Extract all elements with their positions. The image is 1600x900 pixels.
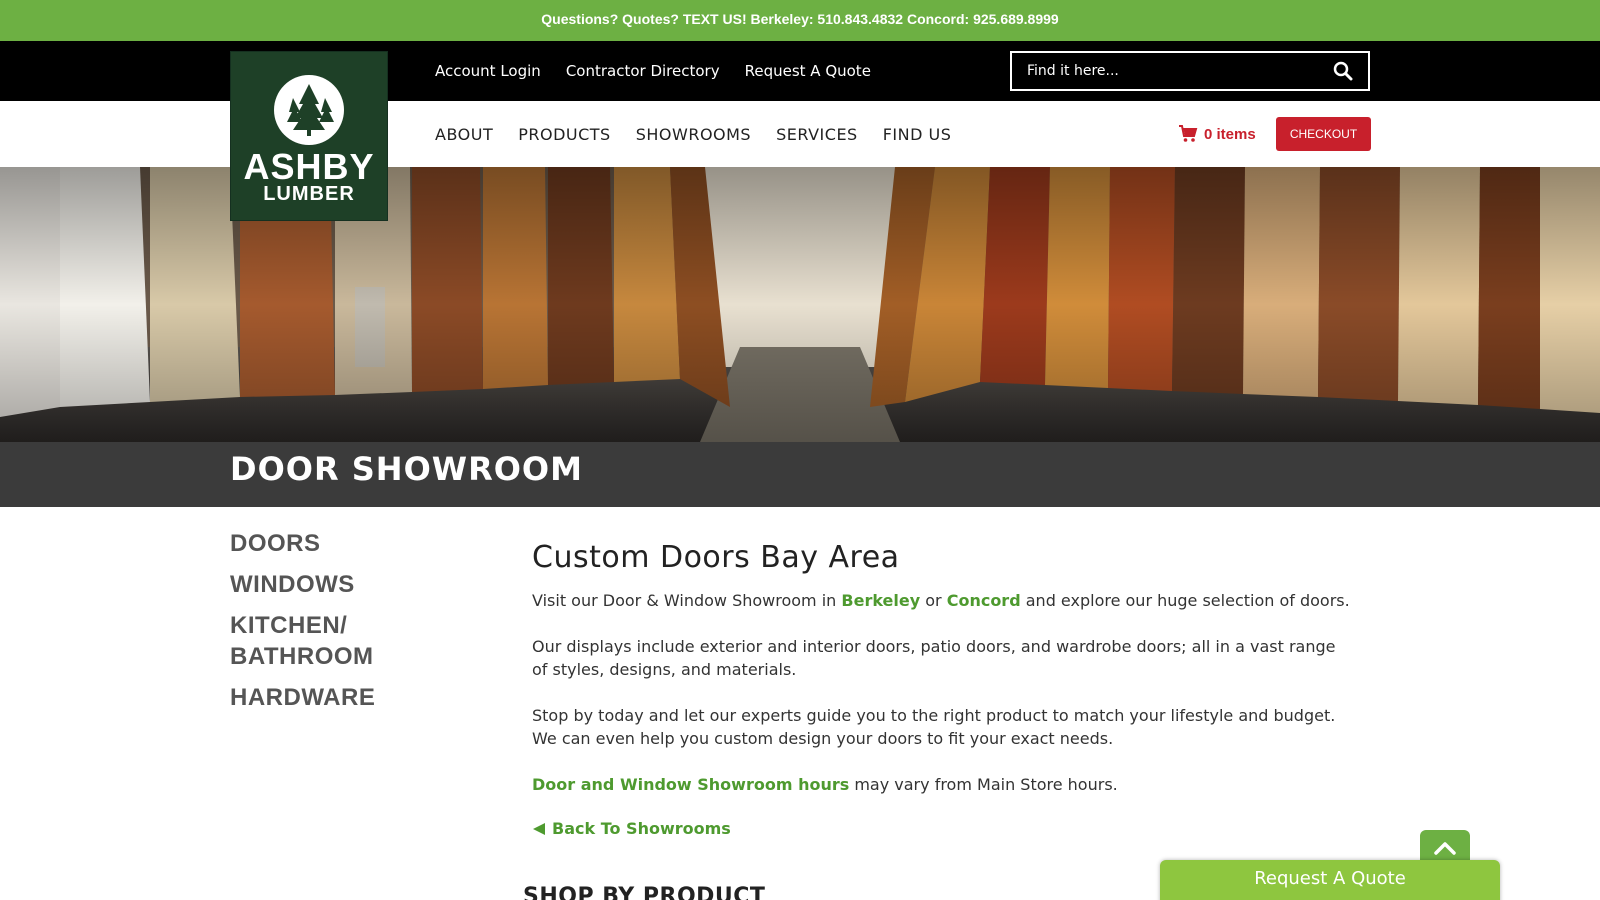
intro-paragraph: Visit our Door & Window Showroom in Berk…: [532, 589, 1352, 612]
search-icon: [1333, 61, 1353, 81]
account-login-link[interactable]: Account Login: [435, 62, 541, 80]
displays-paragraph: Our displays include exterior and interi…: [532, 637, 1336, 679]
sidebar-item-bathroom-label: BATHROOM: [230, 643, 374, 670]
nav-about[interactable]: ABOUT: [435, 125, 493, 144]
experts-paragraph: Stop by today and let our experts guide …: [532, 706, 1336, 748]
tree-logo-icon: [274, 75, 344, 145]
intro-text-c: and explore our huge selection of doors.: [1020, 591, 1350, 610]
sidebar-item-kitchen-label: KITCHEN/: [230, 612, 348, 639]
shop-by-product-heading: SHOP BY PRODUCT: [523, 884, 766, 900]
back-arrow-icon: [533, 822, 545, 835]
cart-link[interactable]: 0 items: [1178, 122, 1256, 146]
ashby-lumber-logo[interactable]: ASHBY LUMBER: [230, 51, 388, 221]
sidebar-item-doors[interactable]: DOORS: [230, 528, 375, 559]
utility-nav: Account Login Contractor Directory Reque…: [435, 41, 871, 101]
main-content: Custom Doors Bay Area Visit our Door & W…: [532, 540, 1352, 838]
sidebar-item-windows[interactable]: WINDOWS: [230, 569, 375, 600]
sidebar-item-kitchen-bathroom[interactable]: KITCHEN/ BATHROOM: [230, 610, 375, 672]
concord-link[interactable]: Concord: [947, 591, 1021, 610]
search-box: [1010, 51, 1370, 91]
back-link-label: Back To Showrooms: [552, 819, 731, 838]
logo-text-lumber: LUMBER: [263, 183, 355, 205]
search-button[interactable]: [1318, 53, 1368, 89]
intro-text-a: Visit our Door & Window Showroom in: [532, 591, 842, 610]
hours-text: may vary from Main Store hours.: [849, 775, 1118, 794]
back-to-showrooms-link[interactable]: Back To Showrooms: [532, 819, 1352, 838]
page-title: DOOR SHOWROOM: [230, 450, 583, 488]
cart-icon: [1179, 125, 1198, 142]
promo-bar: Questions? Quotes? TEXT US! Berkeley: 51…: [0, 0, 1600, 41]
cart-count: 0 items: [1204, 125, 1256, 143]
content-heading: Custom Doors Bay Area: [532, 540, 900, 575]
sidebar-nav: DOORS WINDOWS KITCHEN/ BATHROOM HARDWARE: [230, 528, 375, 723]
hours-paragraph: Door and Window Showroom hours may vary …: [532, 773, 1352, 796]
showroom-hours-link[interactable]: Door and Window Showroom hours: [532, 775, 849, 794]
contractor-directory-link[interactable]: Contractor Directory: [566, 62, 720, 80]
request-quote-link[interactable]: Request A Quote: [745, 62, 871, 80]
nav-find-us[interactable]: FIND US: [883, 125, 952, 144]
promo-text: Questions? Quotes? TEXT US! Berkeley: 51…: [541, 11, 1059, 27]
intro-text-b: or: [920, 591, 947, 610]
search-input[interactable]: [1012, 63, 1318, 79]
chevron-up-icon: [1434, 842, 1456, 855]
logo-text-ashby: ASHBY: [243, 146, 375, 187]
main-nav: ABOUT PRODUCTS SHOWROOMS SERVICES FIND U…: [435, 101, 951, 167]
checkout-button[interactable]: CHECKOUT: [1276, 117, 1371, 151]
sidebar-item-hardware[interactable]: HARDWARE: [230, 682, 375, 713]
nav-showrooms[interactable]: SHOWROOMS: [636, 125, 751, 144]
berkeley-link[interactable]: Berkeley: [841, 591, 920, 610]
nav-services[interactable]: SERVICES: [776, 125, 858, 144]
request-quote-tab[interactable]: Request A Quote: [1160, 860, 1500, 900]
nav-products[interactable]: PRODUCTS: [518, 125, 611, 144]
